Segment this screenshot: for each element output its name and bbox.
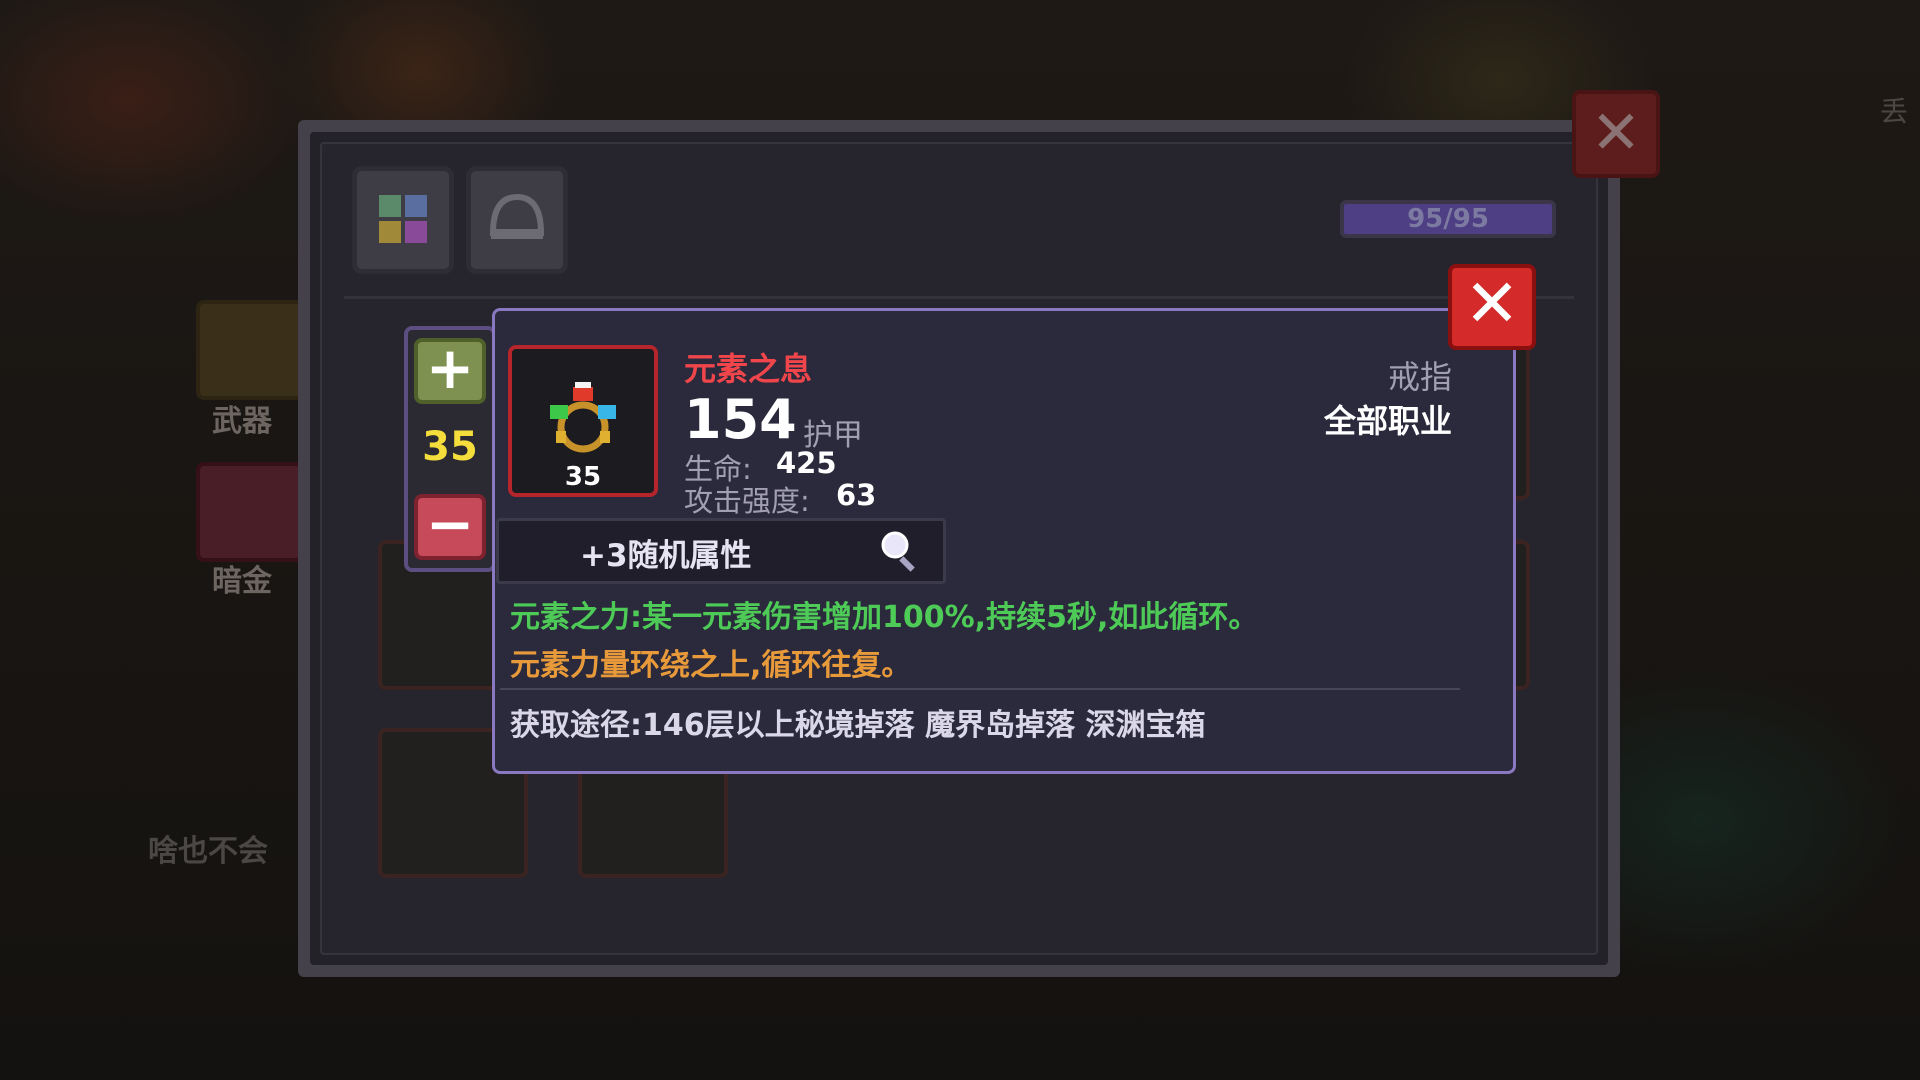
item-source-text: 获取途径:146层以上秘境掉落 魔界岛掉落 深渊宝箱 — [510, 708, 1206, 743]
tooltip-divider — [500, 688, 1460, 690]
level-increase-button[interactable]: + — [414, 338, 486, 404]
passive-effect-text: 元素之力:某一元素伤害增加100%,持续5秒,如此循环。 — [510, 600, 1259, 635]
level-decrease-button[interactable]: − — [414, 494, 486, 560]
inventory-capacity-bar: 95/95 — [1340, 200, 1556, 238]
hp-value: 425 — [776, 446, 837, 480]
capacity-text: 95/95 — [1407, 204, 1489, 234]
background-right-label: 丢 — [1880, 95, 1909, 128]
window-close-button[interactable]: ✕ — [1572, 90, 1660, 178]
armor-value: 154 — [684, 388, 797, 451]
side-tab-weapon-label: 武器 — [212, 404, 272, 439]
item-name: 元素之息 — [684, 350, 813, 388]
side-tab-dark-gold-label: 暗金 — [212, 564, 272, 599]
attack-value: 63 — [836, 478, 877, 512]
side-tab-dark-gold — [196, 462, 304, 562]
tooltip-close-button[interactable]: ✕ — [1448, 264, 1536, 350]
level-value: 35 — [422, 424, 478, 470]
item-type: 戒指 — [1387, 358, 1452, 396]
item-icon-level: 35 — [564, 462, 602, 492]
background-character-label: 啥也不会 — [148, 834, 268, 869]
tab-helmet[interactable] — [466, 166, 568, 274]
flavor-text: 元素力量环绕之上,循环往复。 — [510, 648, 912, 683]
grid-icon — [379, 195, 427, 243]
side-tab-weapon — [196, 300, 304, 400]
tab-all-items[interactable] — [352, 166, 454, 274]
item-class-restriction: 全部职业 — [1323, 402, 1452, 440]
helmet-icon — [489, 193, 545, 239]
window-divider — [344, 296, 1574, 299]
attack-label: 攻击强度: — [684, 484, 810, 518]
magnifier-icon[interactable] — [878, 528, 924, 574]
random-attributes-label: +3随机属性 — [580, 538, 752, 574]
